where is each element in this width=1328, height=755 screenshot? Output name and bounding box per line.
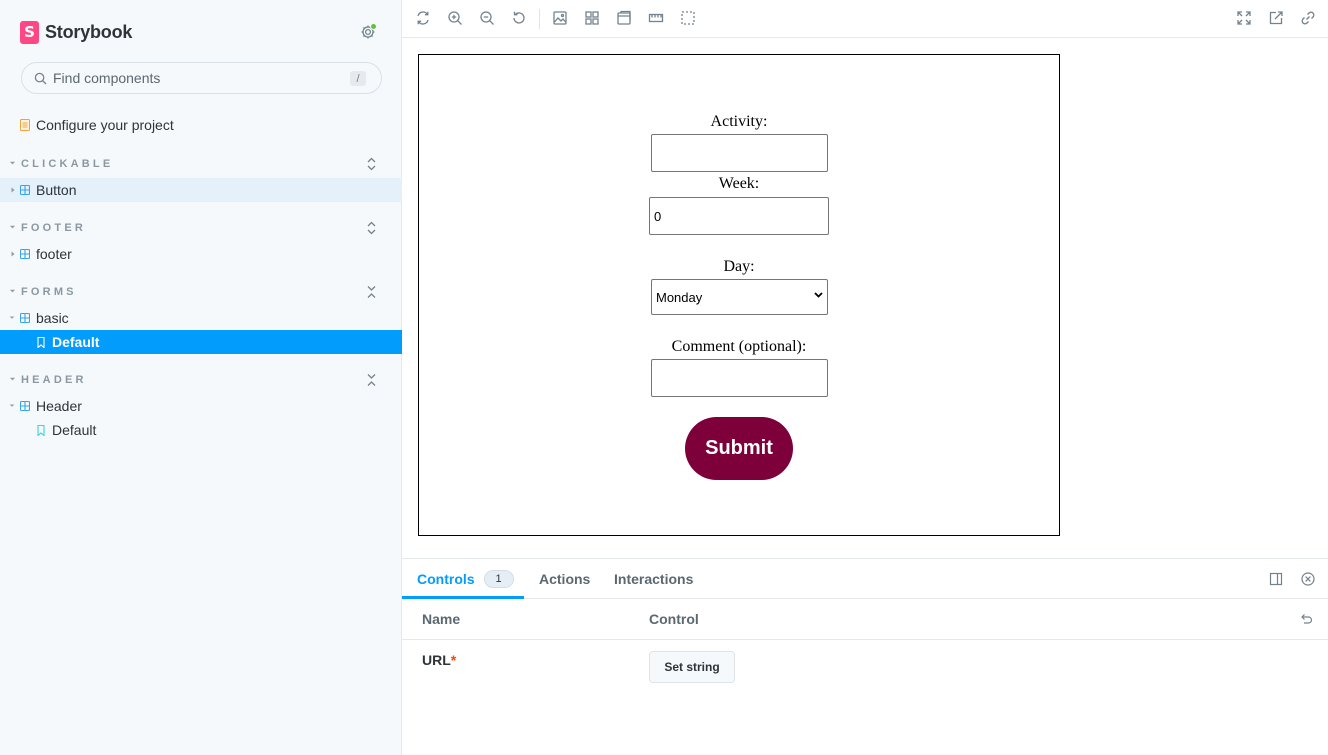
settings-button[interactable] bbox=[359, 23, 377, 41]
sidebar-item-label: Button bbox=[36, 182, 77, 198]
activity-input[interactable] bbox=[651, 134, 828, 172]
tab-actions[interactable]: Actions bbox=[539, 559, 590, 599]
storybook-logo-icon: S bbox=[20, 20, 39, 44]
toolbar-divider bbox=[539, 9, 540, 29]
group-forms[interactable]: FORMS bbox=[0, 282, 402, 302]
tab-label: Interactions bbox=[614, 571, 694, 587]
group-footer[interactable]: FOOTER bbox=[0, 218, 402, 238]
control-row-url-name: URL* bbox=[422, 652, 456, 668]
component-icon bbox=[20, 401, 30, 411]
controls-table-header: Name Control bbox=[402, 599, 1328, 640]
set-string-button[interactable]: Set string bbox=[649, 651, 735, 683]
sidebar-item-label: Header bbox=[36, 398, 82, 414]
story-preview: Activity: Week: 0 Day: Monday Comment (o… bbox=[402, 38, 1328, 558]
grid-icon[interactable] bbox=[584, 10, 600, 26]
tab-label: Controls bbox=[417, 571, 475, 587]
reset-zoom-icon[interactable] bbox=[511, 10, 527, 26]
panel-orientation-icon[interactable] bbox=[1269, 572, 1283, 586]
expand-all-icon[interactable] bbox=[366, 221, 377, 235]
activity-label: Activity: bbox=[710, 113, 768, 130]
comment-input[interactable] bbox=[651, 359, 828, 397]
chevron-down-icon bbox=[9, 377, 16, 381]
collapse-all-icon[interactable] bbox=[366, 373, 377, 387]
group-label: FORMS bbox=[21, 286, 77, 298]
search-icon bbox=[34, 72, 47, 85]
chevron-down-icon bbox=[9, 404, 15, 407]
zoom-in-icon[interactable] bbox=[447, 10, 463, 26]
background-icon[interactable] bbox=[552, 10, 568, 26]
submit-button[interactable]: Submit bbox=[685, 417, 793, 480]
expand-all-icon[interactable] bbox=[366, 157, 377, 171]
sidebar: S Storybook / Configure your project bbox=[0, 0, 402, 755]
undo-icon[interactable] bbox=[1299, 612, 1313, 626]
component-icon bbox=[20, 249, 30, 259]
addon-tabs: Controls 1 Actions Interactions bbox=[402, 559, 1328, 599]
collapse-all-icon[interactable] bbox=[366, 285, 377, 299]
sidebar-item-label: footer bbox=[36, 246, 72, 262]
controls-count-badge: 1 bbox=[483, 570, 514, 588]
chevron-right-icon bbox=[11, 187, 15, 193]
toolbar bbox=[402, 0, 1328, 38]
sidebar-item-label: basic bbox=[36, 310, 69, 326]
chevron-down-icon bbox=[9, 225, 16, 229]
group-label: CLICKABLE bbox=[21, 158, 114, 170]
open-new-tab-icon[interactable] bbox=[1268, 10, 1284, 26]
measure-icon[interactable] bbox=[648, 10, 664, 26]
component-icon bbox=[20, 313, 30, 323]
chevron-down-icon bbox=[814, 292, 823, 298]
brand-name: Storybook bbox=[45, 21, 133, 42]
day-select-value: Monday bbox=[656, 289, 703, 305]
sidebar-item-button[interactable]: Button bbox=[0, 178, 402, 202]
sidebar-item-header-default[interactable]: Default bbox=[0, 418, 402, 442]
configure-project-link[interactable]: Configure your project bbox=[20, 117, 174, 133]
group-clickable[interactable]: CLICKABLE bbox=[0, 154, 402, 174]
required-marker: * bbox=[450, 652, 457, 668]
search-box[interactable]: / bbox=[21, 62, 382, 94]
zoom-out-icon[interactable] bbox=[479, 10, 495, 26]
bookmark-icon bbox=[37, 336, 45, 348]
tab-controls[interactable]: Controls 1 bbox=[417, 559, 514, 599]
outline-icon[interactable] bbox=[680, 10, 696, 26]
viewport-icon[interactable] bbox=[616, 10, 632, 26]
day-select[interactable]: Monday bbox=[651, 279, 828, 315]
configure-project-label: Configure your project bbox=[36, 117, 174, 133]
group-label: FOOTER bbox=[21, 222, 87, 234]
week-number-input[interactable]: 0 bbox=[649, 197, 829, 235]
week-label: Week: bbox=[718, 175, 760, 192]
close-icon[interactable] bbox=[1301, 572, 1315, 586]
fullscreen-icon[interactable] bbox=[1236, 10, 1252, 26]
sidebar-item-header[interactable]: Header bbox=[0, 394, 402, 418]
storybook-app: S Storybook / Configure your project bbox=[0, 0, 1328, 755]
sidebar-item-basic[interactable]: basic bbox=[0, 306, 402, 330]
chevron-down-icon bbox=[9, 289, 16, 293]
bookmark-icon bbox=[37, 424, 45, 436]
copy-link-icon[interactable] bbox=[1300, 10, 1316, 26]
column-control-header: Control bbox=[649, 611, 699, 627]
document-icon bbox=[20, 119, 30, 131]
group-header[interactable]: HEADER bbox=[0, 370, 402, 390]
story-frame: Activity: Week: 0 Day: Monday Comment (o… bbox=[418, 54, 1060, 536]
search-input[interactable] bbox=[53, 70, 333, 86]
chevron-down-icon bbox=[9, 316, 15, 319]
sidebar-item-basic-default[interactable]: Default bbox=[0, 330, 402, 354]
chevron-down-icon bbox=[9, 161, 16, 165]
comment-label: Comment (optional): bbox=[671, 338, 807, 355]
addon-panel: Controls 1 Actions Interactions Name Con… bbox=[402, 558, 1328, 755]
sidebar-item-label: Default bbox=[52, 422, 97, 438]
status-dot bbox=[370, 23, 377, 30]
tab-label: Actions bbox=[539, 571, 591, 587]
day-label: Day: bbox=[723, 258, 755, 275]
sidebar-item-label: Default bbox=[52, 334, 100, 350]
component-icon bbox=[20, 185, 30, 195]
group-label: HEADER bbox=[21, 374, 87, 386]
column-name-header: Name bbox=[422, 611, 461, 627]
sidebar-item-footer[interactable]: footer bbox=[0, 242, 402, 266]
brand[interactable]: S Storybook bbox=[20, 20, 132, 44]
arg-name: URL bbox=[422, 652, 451, 668]
remount-icon[interactable] bbox=[415, 10, 431, 26]
tab-interactions[interactable]: Interactions bbox=[614, 559, 693, 599]
search-shortcut-key: / bbox=[350, 71, 366, 86]
chevron-right-icon bbox=[11, 251, 15, 257]
